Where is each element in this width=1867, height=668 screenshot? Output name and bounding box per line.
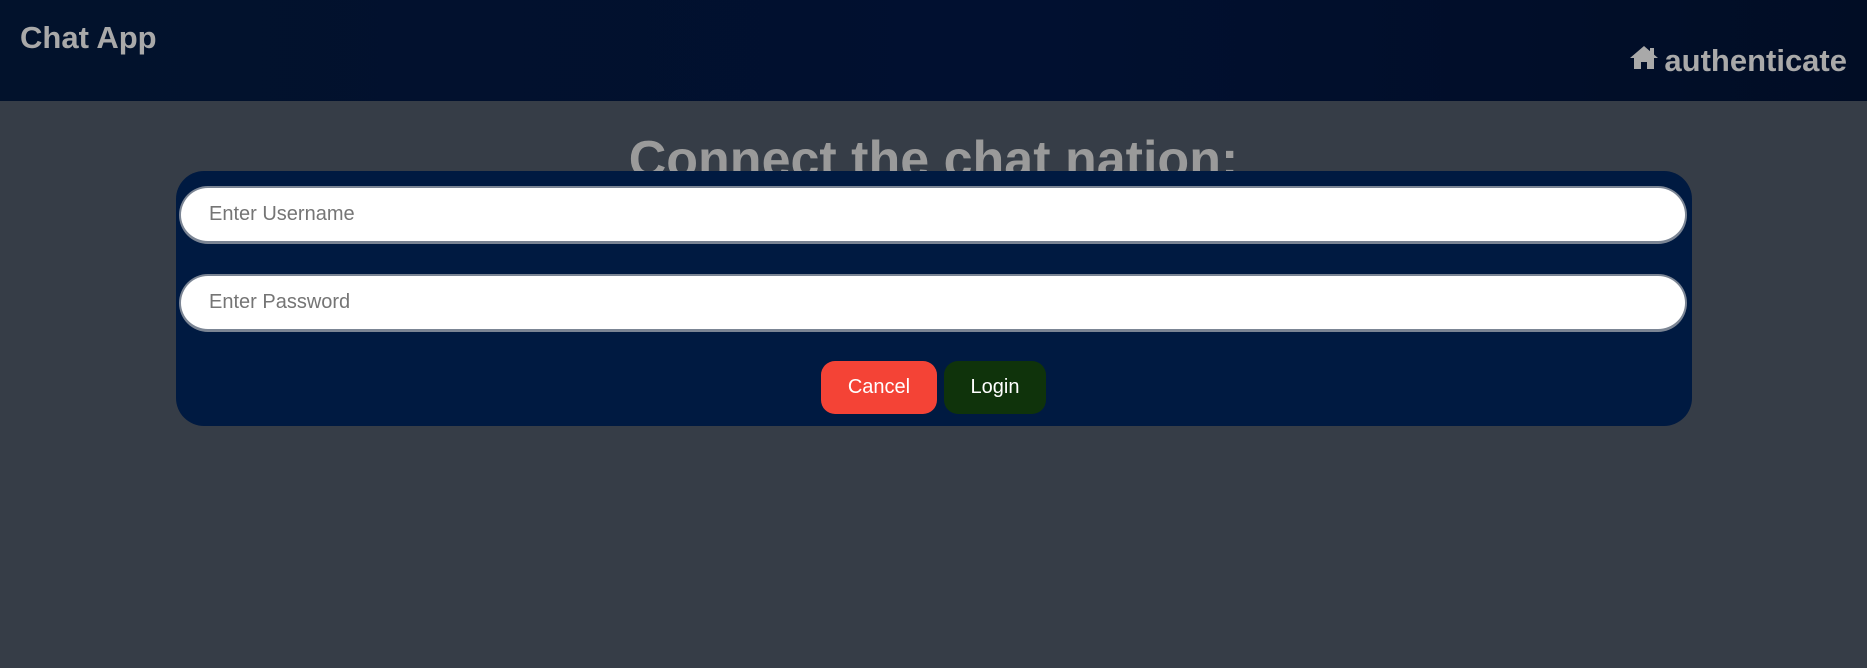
authenticate-nav-link[interactable]: authenticate bbox=[1629, 43, 1847, 79]
cancel-button[interactable]: Cancel bbox=[821, 361, 937, 414]
app-title[interactable]: Chat App bbox=[20, 20, 157, 56]
password-input[interactable] bbox=[179, 274, 1687, 332]
login-panel: Cancel Login bbox=[176, 171, 1692, 426]
login-button[interactable]: Login bbox=[944, 361, 1046, 414]
username-input[interactable] bbox=[179, 186, 1687, 244]
top-navbar: Chat App authenticate bbox=[0, 0, 1867, 101]
home-icon bbox=[1629, 43, 1664, 79]
authenticate-nav-label: authenticate bbox=[1664, 43, 1847, 78]
